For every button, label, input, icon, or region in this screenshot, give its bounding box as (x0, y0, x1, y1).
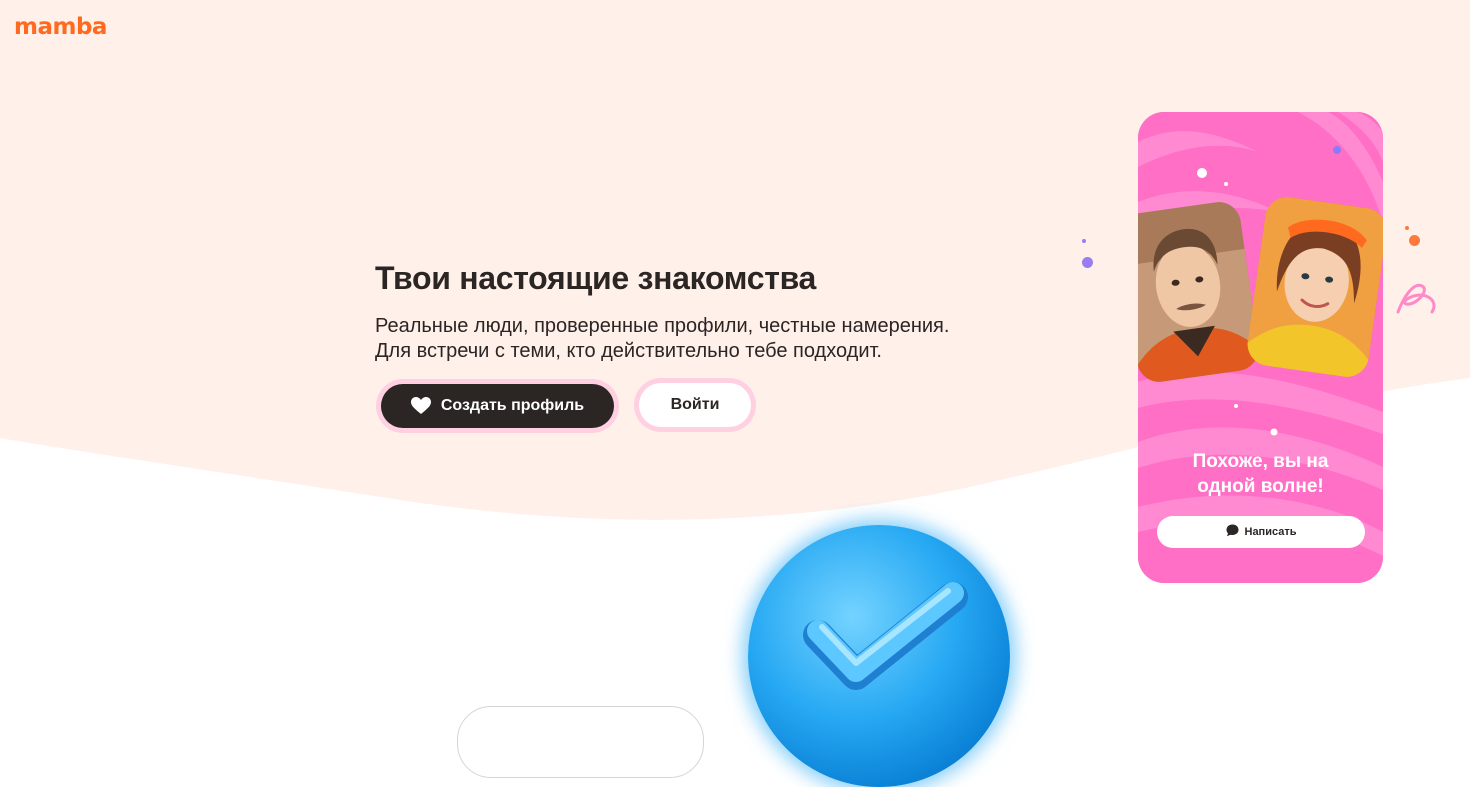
profile-photo-woman (1244, 194, 1383, 380)
decor-dot (1405, 226, 1409, 230)
heart-icon (410, 397, 431, 415)
login-button[interactable]: Войти (639, 383, 751, 427)
decor-dot (1409, 235, 1420, 246)
decor-dot (1082, 239, 1086, 243)
write-button-label: Написать (1244, 526, 1297, 538)
match-message: Похоже, вы на одной волне! (1138, 449, 1383, 499)
hero-title: Твои настоящие знакомства (375, 260, 817, 296)
login-button-ring: Войти (634, 378, 756, 432)
mamba-logo[interactable]: mamba (14, 14, 107, 40)
create-profile-label: Создать профиль (440, 397, 585, 414)
match-text-line2: одной волне! (1197, 476, 1324, 497)
decor-dot (1082, 257, 1093, 268)
chat-bubble-icon (1226, 524, 1239, 540)
create-profile-button-ring: Создать профиль (376, 379, 619, 433)
decor-squiggle (1396, 283, 1436, 314)
write-message-button[interactable]: Написать (1157, 516, 1365, 548)
create-profile-button[interactable]: Создать профиль (381, 384, 614, 428)
verified-fluffy-ball (748, 525, 1010, 787)
login-label: Войти (670, 396, 720, 413)
bottom-feature-card (457, 706, 704, 778)
match-text-line1: Похоже, вы на (1192, 451, 1329, 472)
hero-subtitle: Реальные люди, проверенные профили, чест… (375, 315, 950, 362)
phone-mockup: Похоже, вы на одной волне! Написать (1138, 112, 1383, 583)
checkmark-icon (803, 582, 968, 690)
